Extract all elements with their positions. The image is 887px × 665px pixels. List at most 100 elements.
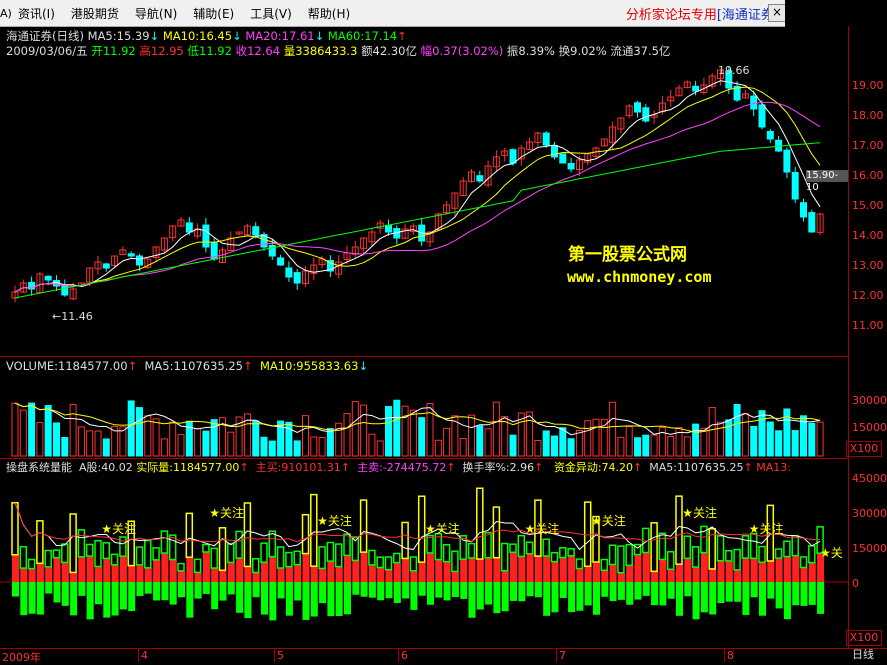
main-sell-bar	[642, 582, 650, 596]
attention-star-label: ★关注	[209, 506, 244, 520]
main-sell-bar	[742, 582, 750, 615]
attention-star-label: ★关注	[101, 522, 137, 536]
menu-item-hk-futures[interactable]: 港股期货	[63, 0, 127, 26]
volume-bar	[675, 427, 683, 457]
candle-body	[44, 275, 52, 281]
menu-item-navigate[interactable]: 导航(N)	[127, 0, 185, 26]
main-sell-bar	[485, 582, 493, 605]
actual-volume-bar	[343, 533, 351, 557]
volume-bar	[509, 434, 517, 457]
main-buy-bar	[36, 563, 44, 582]
volume-bar	[326, 428, 334, 457]
candle-body	[102, 263, 110, 269]
candlestick-chart[interactable]	[0, 26, 848, 648]
candle-body	[285, 267, 293, 278]
actual-volume-bar	[434, 532, 443, 561]
volume-bar	[285, 421, 293, 457]
main-sell-bar	[45, 582, 53, 594]
volume-bar	[600, 418, 608, 457]
main-sell-bar	[36, 582, 44, 615]
close-icon[interactable]: ×	[768, 4, 786, 22]
main-buy-bar	[568, 555, 576, 582]
volume-bar	[542, 430, 550, 457]
actual-volume-bar	[301, 513, 310, 555]
actual-volume-bar	[85, 543, 94, 557]
actual-volume-bar	[11, 501, 19, 556]
volume-bar	[160, 438, 168, 457]
main-buy-bar	[709, 568, 717, 582]
main-sell-bar	[86, 582, 94, 620]
actual-volume-bar	[235, 530, 243, 559]
candle-body	[642, 107, 650, 122]
x-axis-tick	[274, 648, 275, 662]
main-sell-bar	[385, 582, 393, 599]
price-ylabel: 15.00	[852, 199, 884, 212]
main-sell-bar	[144, 582, 152, 594]
main-sell-bar	[700, 582, 708, 613]
actual-volume-bar	[36, 520, 44, 565]
period-button-daily[interactable]: 日线	[848, 648, 874, 662]
price-ylabel: 14.00	[852, 229, 884, 242]
candle-body	[800, 202, 807, 218]
volume-bar	[468, 414, 475, 457]
attention-star-label: ★关注	[748, 522, 784, 536]
candle-body	[202, 224, 210, 248]
menu-item-info[interactable]: 资讯(I)	[10, 0, 63, 26]
main-buy-bar	[169, 559, 177, 582]
volume-header: VOLUME:1184577.00↑ MA5:1107635.25↑ MA10:…	[6, 359, 369, 373]
actual-volume-bar	[799, 556, 808, 569]
actual-volume-bar	[476, 487, 484, 560]
main-buy-bar	[277, 567, 285, 582]
actual-volume-bar	[185, 512, 194, 558]
main-buy-bar	[86, 556, 94, 582]
actual-volume-bar	[218, 527, 227, 572]
actual-volume-bar	[575, 558, 584, 570]
top-right-blank	[785, 0, 887, 26]
volume-bar	[634, 437, 641, 457]
main-sell-bar	[219, 582, 227, 601]
menu-item-assist[interactable]: 辅助(E)	[185, 0, 242, 26]
actual-volume-bar	[293, 550, 301, 566]
volume-bar	[86, 430, 94, 457]
volume-bar	[476, 425, 484, 457]
main-buy-bar	[501, 570, 509, 582]
main-sell-bar	[393, 582, 401, 603]
main-buy-bar	[368, 564, 376, 582]
main-sell-bar	[634, 582, 642, 600]
volume-bar	[351, 401, 359, 457]
main-sell-bar	[659, 582, 667, 606]
menu-item-help[interactable]: 帮助(H)	[300, 0, 358, 26]
volume-bar	[136, 407, 143, 457]
actual-volume-bar	[600, 558, 609, 571]
main-buy-bar	[103, 558, 111, 582]
volume-bar	[658, 427, 666, 457]
main-sell-bar	[559, 582, 567, 598]
main-buy-bar	[476, 559, 484, 582]
menu-item-tools[interactable]: 工具(V)	[242, 0, 300, 26]
actual-volume-bar	[110, 553, 119, 566]
actual-volume-bar	[625, 543, 633, 567]
main-sell-bar	[584, 582, 592, 606]
main-sell-bar	[261, 582, 268, 615]
main-sell-bar	[526, 582, 534, 597]
volume-bar	[434, 439, 442, 457]
ma10-line	[14, 86, 821, 293]
main-buy-bar	[261, 562, 268, 582]
volume-bar	[567, 438, 575, 457]
main-sell-bar	[202, 582, 210, 594]
main-buy-bar	[651, 571, 659, 582]
main-buy-bar	[393, 562, 401, 582]
main-sell-bar	[294, 582, 302, 601]
main-buy-bar	[310, 566, 318, 582]
main-sell-bar	[427, 582, 434, 605]
main-sell-bar	[460, 582, 468, 599]
x-axis-tick	[398, 648, 399, 662]
volume-bar	[127, 400, 135, 457]
watermark-url: www.chnmoney.com	[567, 268, 712, 286]
candle-body	[127, 253, 135, 257]
main-buy-bar	[319, 568, 327, 582]
actual-volume-bar	[285, 551, 293, 568]
candle-body	[634, 102, 641, 113]
volume-bar	[53, 422, 60, 457]
main-buy-bar	[692, 567, 700, 582]
